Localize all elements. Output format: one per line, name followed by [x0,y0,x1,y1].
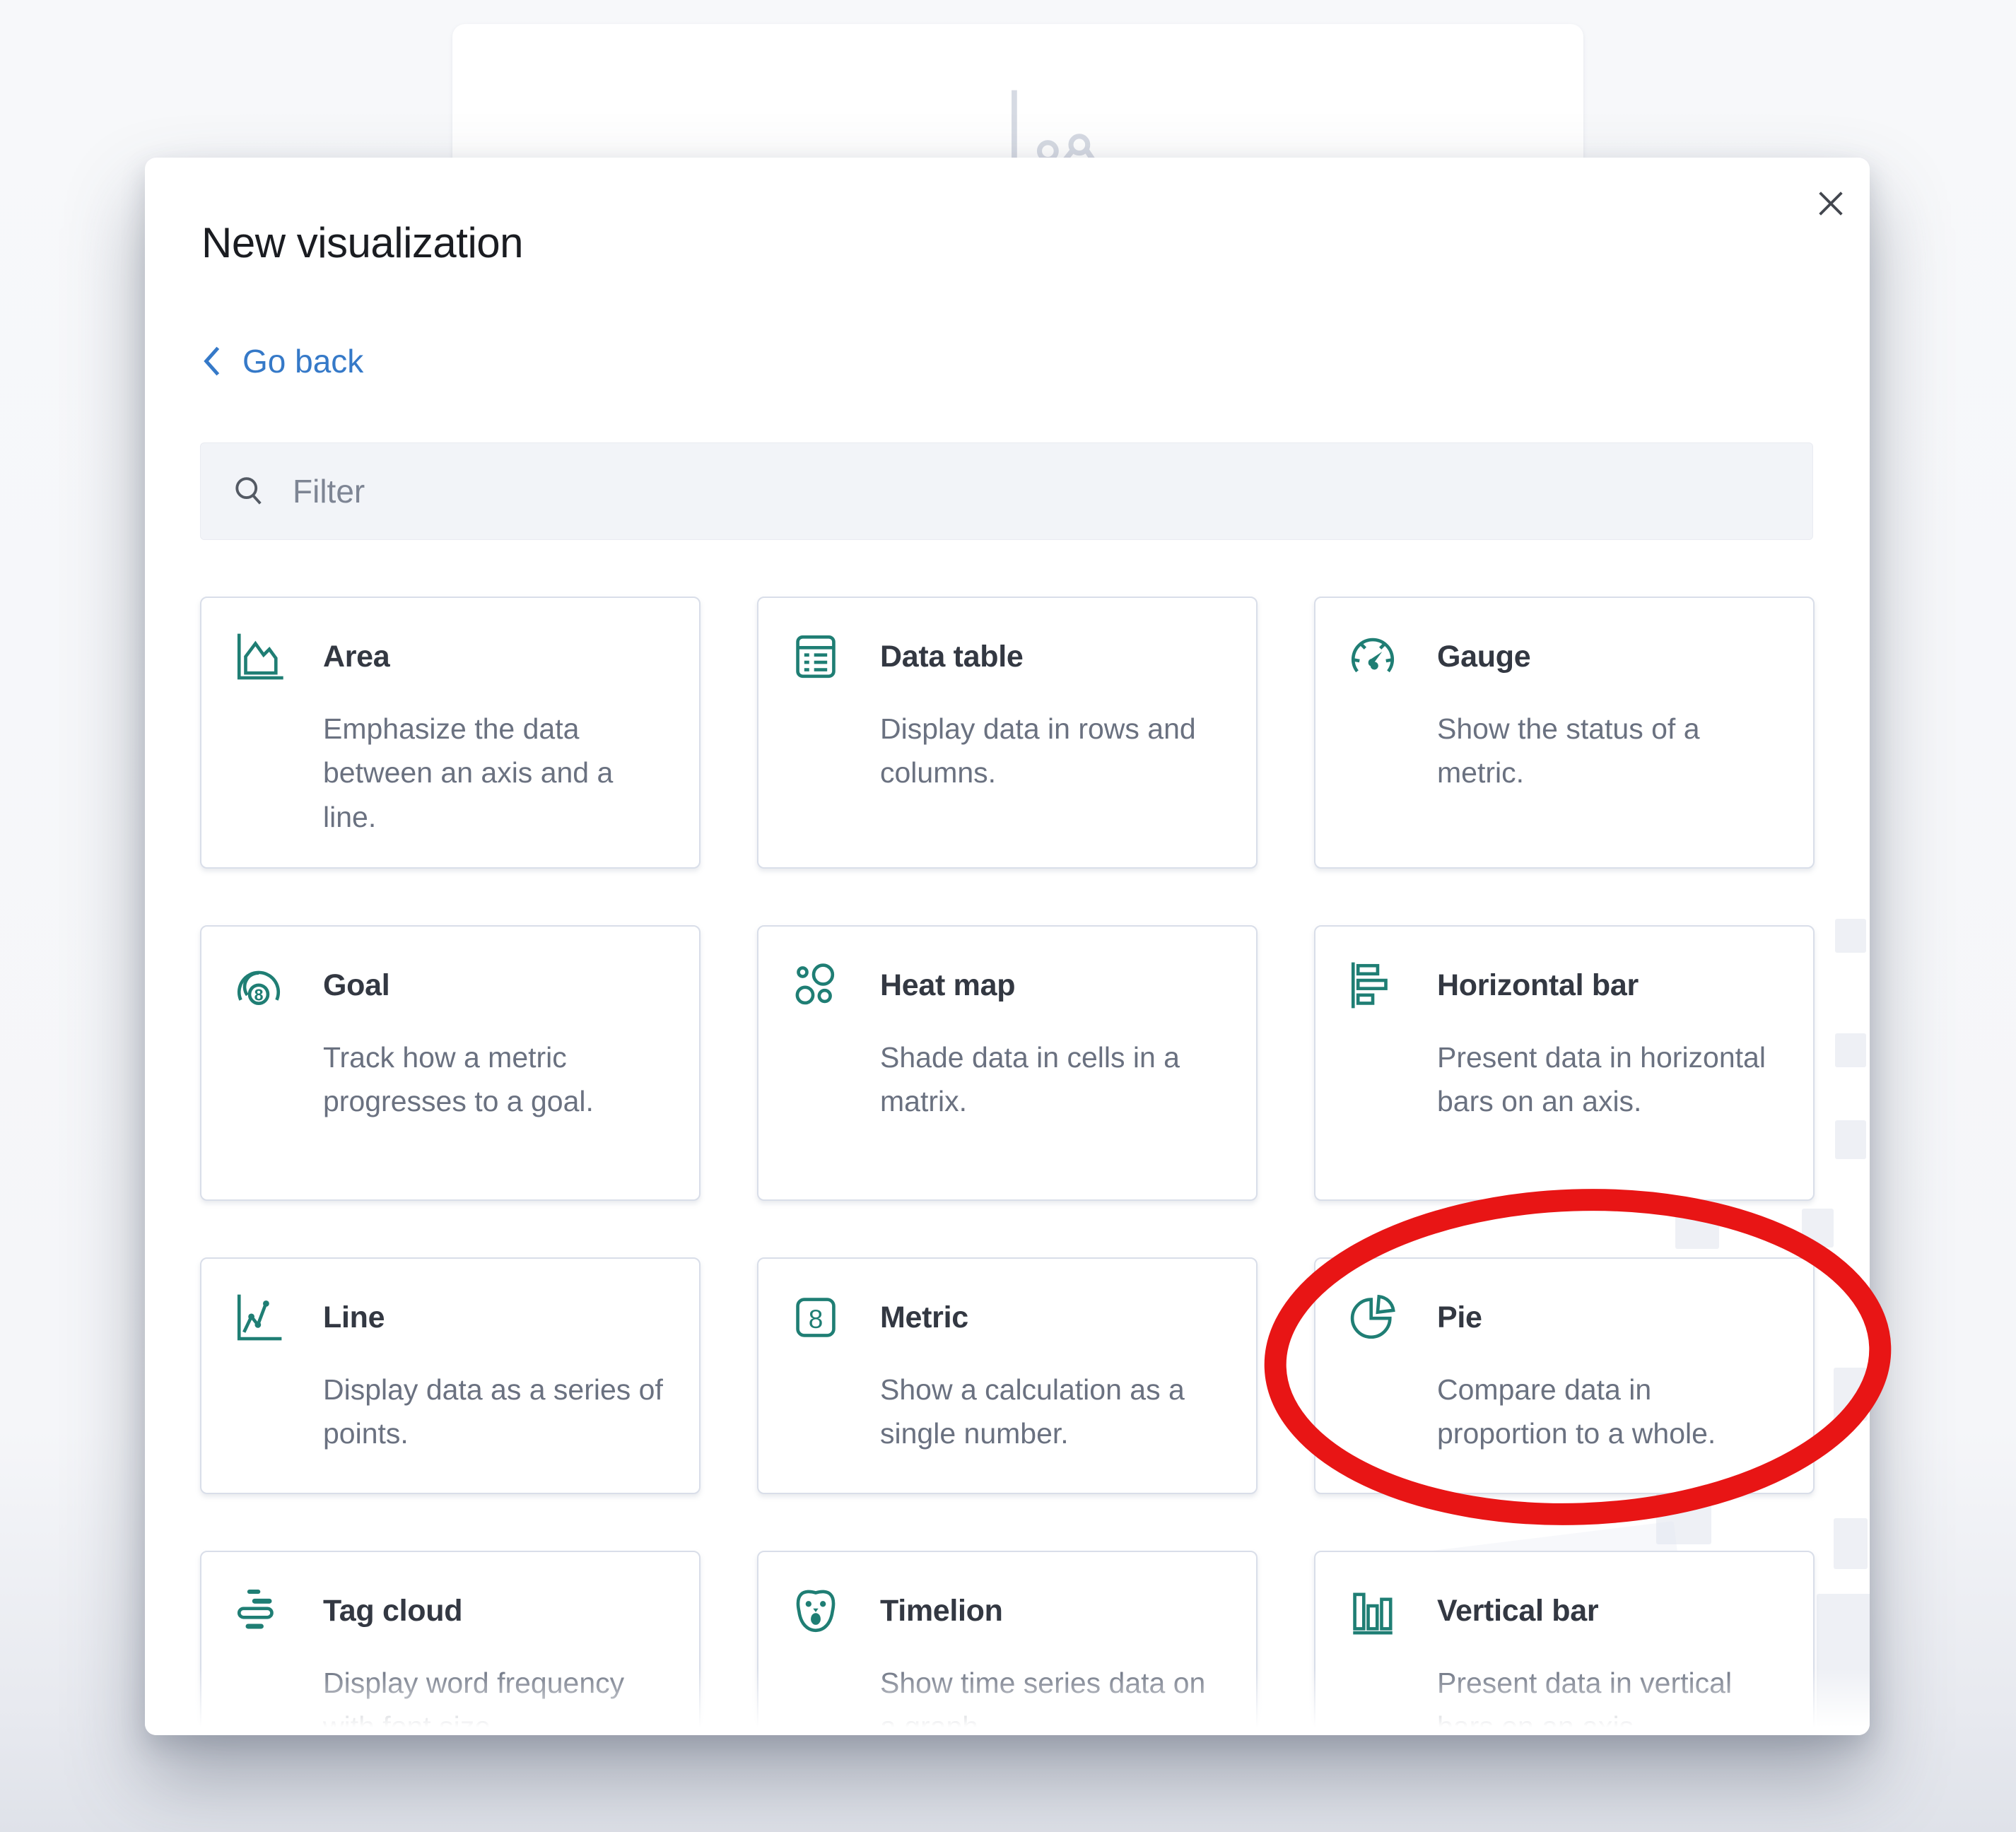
viz-card-pie[interactable]: Pie Compare data in proportion to a whol… [1314,1257,1815,1494]
tag-cloud-icon [233,1585,285,1637]
viz-card-description: Display data in rows and columns. [880,707,1225,795]
faded-background-fragment [1835,1120,1866,1159]
faded-background-fragment [1835,919,1866,953]
faded-background-fragment [1835,1033,1866,1067]
gauge-icon [1347,630,1399,683]
viz-card-gauge[interactable]: Gauge Show the status of a metric. [1314,597,1815,869]
modal-title: New visualization [201,218,1813,267]
goal-icon: 8 [233,959,285,1011]
viz-card-description: Show a calculation as a single number. [880,1368,1225,1456]
viz-card-description: Show the status of a metric. [1437,707,1782,795]
faded-background-fragment [1834,1518,1868,1569]
metric-icon: 8 [790,1291,842,1344]
viz-card-description: Display word frequency with font size. [323,1661,668,1735]
viz-card-title: Line [323,1300,668,1335]
faded-background-fragment [1817,1594,1870,1735]
viz-card-vertical-bar[interactable]: Vertical bar Present data in vertical ba… [1314,1551,1815,1735]
viz-card-description: Shade data in cells in a matrix. [880,1035,1225,1124]
viz-type-grid: Area Emphasize the data between an axis … [200,597,1815,1735]
viz-card-title: Goal [323,968,668,1003]
viz-card-data-table[interactable]: Data table Display data in rows and colu… [757,597,1258,869]
faded-background-fragment [1834,1368,1868,1421]
vertical-bar-icon [1347,1585,1399,1637]
viz-card-title: Metric [880,1300,1225,1335]
viz-card-description: Present data in horizontal bars on an ax… [1437,1035,1782,1124]
horizontal-bar-icon [1347,959,1399,1011]
viz-card-area[interactable]: Area Emphasize the data between an axis … [200,597,701,869]
viz-card-tag-cloud[interactable]: Tag cloud Display word frequency with fo… [200,1551,701,1735]
go-back-link[interactable]: Go back [200,342,363,380]
viz-card-description: Emphasize the data between an axis and a… [323,707,668,839]
viz-card-description: Track how a metric progresses to a goal. [323,1035,668,1124]
viz-card-description: Compare data in proportion to a whole. [1437,1368,1782,1456]
viz-card-metric[interactable]: 8 Metric Show a calculation as a single … [757,1257,1258,1494]
viz-card-title: Timelion [880,1594,1225,1628]
viz-card-title: Area [323,640,668,674]
viz-card-timelion[interactable]: Timelion Show time series data on a grap… [757,1551,1258,1735]
viz-card-title: Horizontal bar [1437,968,1782,1003]
filter-input[interactable] [291,471,1783,511]
pie-chart-icon [1347,1291,1399,1344]
heat-map-icon [790,959,842,1011]
svg-text:8: 8 [254,986,264,1004]
svg-text:8: 8 [809,1305,824,1334]
line-chart-icon [233,1291,285,1344]
viz-card-title: Gauge [1437,640,1782,674]
new-visualization-modal: New visualization Go back [145,158,1870,1735]
area-chart-icon [233,630,285,683]
search-icon [230,473,267,510]
viz-card-line[interactable]: Line Display data as a series of points. [200,1257,701,1494]
viz-card-horizontal-bar[interactable]: Horizontal bar Present data in horizonta… [1314,925,1815,1201]
viz-card-description: Display data as a series of points. [323,1368,668,1456]
timelion-icon [790,1585,842,1637]
viz-card-title: Vertical bar [1437,1594,1782,1628]
viz-card-title: Tag cloud [323,1594,668,1628]
viz-card-title: Data table [880,640,1225,674]
viz-card-heat-map[interactable]: Heat map Shade data in cells in a matrix… [757,925,1258,1201]
viz-card-title: Heat map [880,968,1225,1003]
viz-card-goal[interactable]: 8 Goal Track how a metric progresses to … [200,925,701,1201]
filter-field[interactable] [200,442,1813,540]
chevron-left-icon [200,344,224,379]
close-icon[interactable] [1806,179,1856,228]
viz-card-description: Show time series data on a graph. [880,1661,1225,1735]
go-back-label: Go back [242,342,363,380]
data-table-icon [790,630,842,683]
viz-card-description: Present data in vertical bars on an axis… [1437,1661,1782,1735]
viz-card-title: Pie [1437,1300,1782,1335]
